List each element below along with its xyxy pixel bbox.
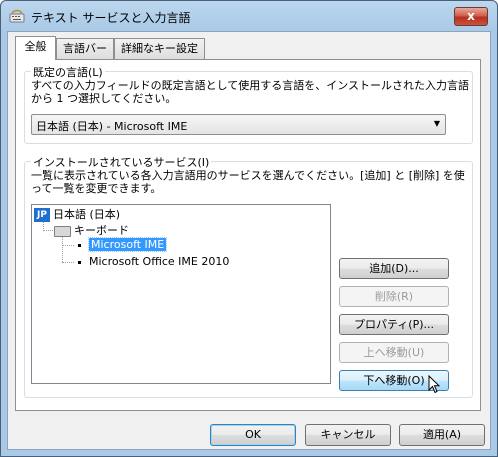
default-language-description-1: すべての入力フィールドの既定言語として使用する言語を、インストールされた入力言語	[31, 79, 470, 92]
cancel-button[interactable]: キャンセル	[305, 424, 391, 446]
installed-services-description-1: 一覧に表示されている各入力言語用のサービスを選んでください。[追加] と [削除…	[31, 169, 465, 182]
keyboard-icon	[54, 225, 71, 237]
close-icon: x	[467, 9, 475, 23]
apply-button[interactable]: 適用(A)	[399, 424, 485, 446]
tab-panel-general: 既定の言語(L) すべての入力フィールドの既定言語として使用する言語を、インスト…	[15, 59, 481, 411]
remove-button[interactable]: 削除(R)	[339, 286, 449, 307]
dialog-window: テキスト サービスと入力言語 x 全般 言語バー 詳細なキー設定 既定の言語(L…	[0, 0, 498, 457]
tree-connector	[62, 245, 74, 246]
japanese-language-icon: JP	[34, 208, 50, 222]
default-language-group: 既定の言語(L) すべての入力フィールドの既定言語として使用する言語を、インスト…	[24, 64, 473, 144]
installed-services-label: インストールされているサービス(I)	[31, 154, 212, 170]
bullet-icon	[78, 260, 81, 264]
add-button-label: 追加(D)...	[369, 262, 419, 275]
tab-general[interactable]: 全般	[15, 36, 56, 60]
properties-button-label: プロパティ(P)...	[353, 318, 435, 331]
add-button[interactable]: 追加(D)...	[339, 258, 449, 279]
tab-language-bar-label: 言語バー	[63, 42, 107, 55]
close-button[interactable]: x	[454, 7, 488, 26]
default-language-value: 日本語 (日本) - Microsoft IME	[36, 120, 188, 133]
installed-services-description-2: って一覧を変更できます。	[31, 182, 162, 195]
mouse-pointer-icon	[428, 375, 441, 394]
installed-services-group: インストールされているサービス(I) 一覧に表示されている各入力言語用のサービス…	[24, 154, 473, 398]
ok-button[interactable]: OK	[210, 424, 296, 446]
tree-item-keyboard-label: キーボード	[74, 224, 129, 237]
tab-general-label: 全般	[24, 40, 47, 53]
tree-connector	[62, 262, 74, 263]
cancel-button-label: キャンセル	[320, 428, 376, 441]
tree-connector	[43, 230, 53, 231]
move-down-button-label: 下へ移動(O)	[363, 374, 425, 387]
tree-connector	[62, 236, 63, 262]
apply-button-label: 適用(A)	[422, 428, 462, 441]
tab-advanced-key-settings[interactable]: 詳細なキー設定	[114, 38, 205, 60]
tree-item-language[interactable]: JP 日本語 (日本)	[34, 208, 120, 222]
title-bar[interactable]: テキスト サービスと入力言語 x	[1, 1, 497, 31]
tree-item-service[interactable]: Microsoft IME	[78, 237, 168, 252]
properties-button[interactable]: プロパティ(P)...	[339, 314, 449, 335]
chevron-down-icon: ▼	[433, 119, 440, 128]
tree-item-service-label: Microsoft IME	[87, 237, 168, 252]
remove-button-label: 削除(R)	[374, 290, 414, 303]
tree-item-language-label: 日本語 (日本)	[53, 208, 121, 221]
tree-item-service-label: Microsoft Office IME 2010	[89, 255, 230, 268]
tab-language-bar[interactable]: 言語バー	[56, 38, 114, 60]
bullet-icon	[78, 243, 81, 247]
tree-item-service[interactable]: Microsoft Office IME 2010	[78, 255, 229, 269]
default-language-dropdown[interactable]: 日本語 (日本) - Microsoft IME ▼	[31, 114, 446, 135]
dialog-client: 全般 言語バー 詳細なキー設定 既定の言語(L) すべての入力フィールドの既定言…	[7, 31, 491, 450]
text-services-icon	[9, 9, 25, 23]
default-language-description-2: から 1 つ選択してください。	[31, 92, 177, 105]
move-up-button[interactable]: 上へ移動(U)	[339, 342, 449, 363]
default-language-label: 既定の言語(L)	[31, 64, 105, 80]
services-tree[interactable]: JP 日本語 (日本) キーボード Microsoft IME Microsoft…	[31, 204, 331, 384]
ok-button-label: OK	[245, 428, 261, 441]
window-title: テキスト サービスと入力言語	[31, 11, 191, 25]
tab-advanced-key-settings-label: 詳細なキー設定	[121, 42, 198, 55]
move-up-button-label: 上へ移動(U)	[363, 346, 425, 359]
tree-item-keyboard[interactable]: キーボード	[54, 224, 129, 238]
